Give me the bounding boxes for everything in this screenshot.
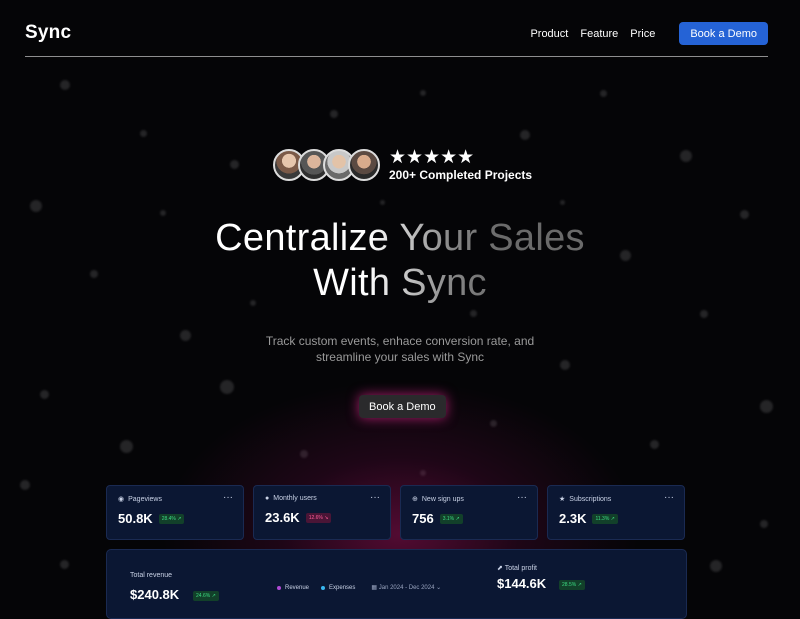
nav-link-product[interactable]: Product: [530, 28, 568, 40]
stat-card-subscriptions[interactable]: ★ Subscriptions ··· 2.3K 11.3% ↗: [547, 485, 685, 540]
social-proof: ★★★★★ 200+ Completed Projects: [273, 148, 532, 182]
completed-projects-label: 200+ Completed Projects: [389, 168, 533, 182]
stat-card-pageviews[interactable]: ◉ Pageviews ··· 50.8K 28.4% ↗: [106, 485, 244, 540]
date-range-label: Jan 2024 - Dec 2024: [378, 585, 435, 591]
stat-card-monthly-users[interactable]: ● Monthly users ··· 23.6K 12.6% ↘: [253, 485, 391, 540]
more-icon[interactable]: ···: [517, 492, 527, 503]
plus-circle-icon: ⊕: [412, 496, 418, 503]
nav-menu: Product Feature Price Book a Demo: [530, 22, 768, 45]
proof-text: ★★★★★ 200+ Completed Projects: [389, 148, 532, 182]
stat-label: Pageviews: [128, 495, 162, 503]
book-demo-nav-button[interactable]: Book a Demo: [679, 22, 768, 45]
hero-title-line-1: Centralize Your Sales: [215, 217, 585, 259]
calendar-icon: ▦: [371, 585, 379, 591]
total-revenue-label: Total revenue: [130, 572, 173, 579]
profit-change-badge: 28.5% ↗: [559, 580, 585, 590]
more-icon[interactable]: ···: [223, 492, 233, 503]
legend-revenue[interactable]: Revenue: [285, 585, 309, 591]
stat-row: 2.3K 11.3% ↗: [559, 511, 673, 526]
hero-subtitle-line-2: streamline your sales with Sync: [315, 350, 485, 364]
card-header: ⊕ New sign ups: [412, 495, 526, 504]
hero-subtitle: Track custom events, enhace conversion r…: [0, 333, 800, 365]
stats-row: ◉ Pageviews ··· 50.8K 28.4% ↗ ● Monthly …: [106, 485, 685, 540]
revenue-panel: Total revenue $240.8K 24.6% ↗ Revenue Ex…: [106, 549, 687, 619]
trend-icon: ⬈: [497, 565, 505, 572]
user-icon: ●: [265, 495, 270, 502]
stat-label: Subscriptions: [569, 495, 612, 503]
revenue-dot-icon: [277, 585, 281, 590]
more-icon[interactable]: ···: [370, 492, 380, 503]
stat-row: 23.6K 12.6% ↘: [265, 510, 379, 525]
total-profit-label: ⬈ Total profit: [497, 564, 537, 572]
stat-label: Monthly users: [273, 495, 317, 502]
eye-icon: ◉: [118, 496, 125, 503]
stat-value: 756: [412, 511, 434, 526]
hero-title: Centralize Your Sales With Sync: [0, 216, 800, 306]
change-badge: 11.3% ↗: [592, 513, 618, 524]
star-icon: ★: [559, 496, 566, 503]
legend-expenses[interactable]: Expenses: [329, 585, 355, 591]
card-header: ◉ Pageviews: [118, 495, 232, 504]
more-icon[interactable]: ···: [664, 492, 674, 503]
logo[interactable]: Sync: [25, 22, 71, 44]
total-profit-value: $144.6K: [497, 576, 547, 591]
book-demo-hero-button[interactable]: Book a Demo: [359, 395, 446, 418]
avatar: [348, 149, 380, 181]
stat-card-new-sign-ups[interactable]: ⊕ New sign ups ··· 756 3.1% ↗: [400, 485, 538, 540]
stat-label: New sign ups: [421, 495, 464, 503]
expenses-dot-icon: [321, 585, 326, 590]
stat-value: 23.6K: [265, 510, 300, 525]
change-badge: 28.4% ↗: [158, 513, 185, 524]
total-profit-text: Total profit: [504, 565, 537, 572]
top-nav: Sync Product Feature Price Book a Demo: [25, 0, 768, 57]
card-header: ★ Subscriptions: [559, 495, 673, 504]
avatar-group: [273, 149, 380, 181]
nav-link-feature[interactable]: Feature: [580, 28, 618, 40]
star-rating-icon: ★★★★★: [389, 147, 475, 168]
change-badge: 12.6% ↘: [305, 512, 332, 523]
stat-value: 50.8K: [118, 511, 153, 526]
chart-legend: Revenue Expenses ▦ Jan 2024 - Dec 2024 ⌄: [277, 584, 441, 591]
date-range-select[interactable]: ▦ Jan 2024 - Dec 2024 ⌄: [371, 584, 441, 591]
stat-row: 50.8K 28.4% ↗: [118, 511, 232, 526]
nav-link-price[interactable]: Price: [630, 28, 655, 40]
hero-title-line-2: With Sync: [313, 262, 487, 304]
chevron-down-icon: ⌄: [434, 585, 442, 591]
hero-subtitle-line-1: Track custom events, enhace conversion r…: [265, 334, 535, 348]
change-badge: 3.1% ↗: [439, 513, 463, 524]
card-header: ● Monthly users: [265, 495, 379, 502]
stat-value: 2.3K: [559, 511, 587, 526]
stat-row: 756 3.1% ↗: [412, 511, 526, 526]
